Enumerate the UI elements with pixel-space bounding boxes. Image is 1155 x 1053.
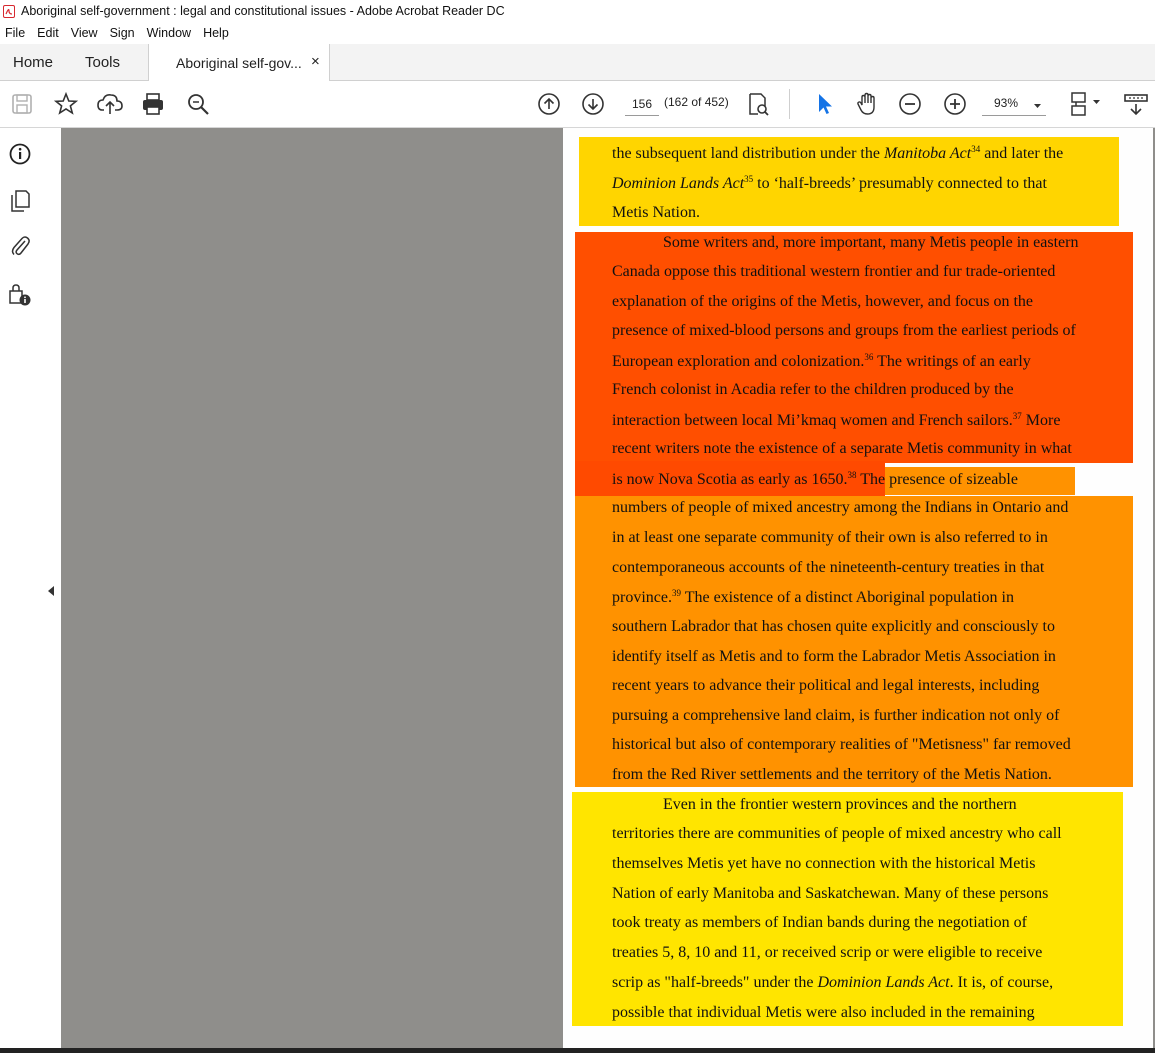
upload-icon[interactable]: [96, 90, 124, 118]
text-line: contemporaneous accounts of the nineteen…: [612, 559, 1045, 576]
toolbar-divider: [789, 89, 790, 119]
chevron-down-icon: [1033, 97, 1042, 115]
info-icon[interactable]: [8, 142, 32, 166]
acrobat-app-icon: [3, 4, 15, 18]
text-line: the subsequent land distribution under t…: [612, 144, 1064, 162]
text-line: treaties 5, 8, 10 and 11, or received sc…: [612, 944, 1043, 961]
menu-file[interactable]: File: [5, 26, 25, 40]
tab-bar: Home Tools Aboriginal self-gov... ×: [0, 44, 1155, 81]
text-line: Canada oppose this traditional western f…: [612, 263, 1056, 280]
menu-view[interactable]: View: [71, 26, 98, 40]
collapse-arrow-icon[interactable]: [47, 583, 55, 601]
page-count: (162 of 452): [664, 95, 729, 109]
text-line: French colonist in Acadia refer to the c…: [612, 381, 1014, 398]
tab-tools[interactable]: Tools: [85, 44, 120, 80]
text-line: pursuing a comprehensive land claim, is …: [612, 707, 1060, 724]
pdf-page[interactable]: the subsequent land distribution under t…: [563, 128, 1153, 1053]
bookmark-star-icon[interactable]: [52, 90, 80, 118]
text-line: possible that individual Metis were also…: [612, 1004, 1035, 1021]
attachment-icon[interactable]: [8, 234, 32, 258]
document-viewer[interactable]: the subsequent land distribution under t…: [61, 128, 1155, 1053]
page-number-input[interactable]: 156: [625, 93, 659, 116]
text-line: recent writers note the existence of a s…: [612, 440, 1072, 457]
pages-icon[interactable]: [8, 189, 32, 213]
left-navigation-rail: [0, 128, 43, 1053]
menu-help[interactable]: Help: [203, 26, 229, 40]
text-line: presence of mixed-blood persons and grou…: [612, 322, 1076, 339]
text-line: Nation of early Manitoba and Saskatchewa…: [612, 885, 1049, 902]
window-title: Aboriginal self-government : legal and c…: [21, 4, 505, 18]
text-line: southern Labrador that has chosen quite …: [612, 618, 1055, 635]
zoom-out-icon[interactable]: [896, 90, 924, 118]
text-line: historical but also of contemporary real…: [612, 736, 1071, 753]
find-page-icon[interactable]: [744, 90, 772, 118]
zoom-value: 93%: [994, 96, 1019, 110]
text-line: Dominion Lands Act35 to ‘half-breeds’ pr…: [612, 174, 1047, 192]
text-line: Even in the frontier western provinces a…: [663, 796, 1017, 813]
text-line: scrip as "half-breeds" under the Dominio…: [612, 974, 1054, 991]
menu-sign[interactable]: Sign: [110, 26, 135, 40]
hand-icon[interactable]: [853, 90, 881, 118]
lock-info-icon[interactable]: [8, 283, 32, 307]
save-icon[interactable]: [8, 90, 36, 118]
text-line: identify itself as Metis and to form the…: [612, 648, 1056, 665]
toolbar: 156 (162 of 452) 93%: [0, 81, 1155, 128]
taskbar-edge: [0, 1048, 1155, 1053]
fit-page-icon[interactable]: [1067, 90, 1103, 118]
text-line: interaction between local Mi’kmaq women …: [612, 411, 1061, 429]
text-line: in at least one separate community of th…: [612, 529, 1048, 546]
text-line: province.39 The existence of a distinct …: [612, 588, 1014, 606]
page-up-icon[interactable]: [535, 90, 563, 118]
search-zoom-icon[interactable]: [184, 90, 212, 118]
text-line: Some writers and, more important, many M…: [663, 234, 1079, 251]
menu-bar: File Edit View Sign Window Help: [0, 22, 1155, 45]
zoom-in-icon[interactable]: [941, 90, 969, 118]
read-mode-icon[interactable]: [1121, 90, 1151, 118]
page-down-icon[interactable]: [579, 90, 607, 118]
text-line: numbers of people of mixed ancestry amon…: [612, 499, 1069, 516]
text-line: explanation of the origins of the Metis,…: [612, 293, 1034, 310]
text-line: took treaty as members of Indian bands d…: [612, 914, 1028, 931]
print-icon[interactable]: [139, 90, 167, 118]
tab-document-label: Aboriginal self-gov...: [176, 54, 302, 71]
menu-window[interactable]: Window: [147, 26, 191, 40]
title-bar: Aboriginal self-government : legal and c…: [0, 0, 1155, 22]
text-line: is now Nova Scotia as early as 1650.38 T…: [612, 470, 1018, 488]
text-line: from the Red River settlements and the t…: [612, 766, 1052, 783]
text-line: territories there are communities of peo…: [612, 825, 1062, 842]
sidebar-collapse-strip[interactable]: [42, 128, 61, 1053]
zoom-select[interactable]: 93%: [982, 91, 1046, 116]
tab-document[interactable]: Aboriginal self-gov... ×: [148, 44, 330, 81]
text-line: recent years to advance their political …: [612, 677, 1040, 694]
menu-edit[interactable]: Edit: [37, 26, 59, 40]
text-line: Metis Nation.: [612, 204, 700, 221]
select-cursor-icon[interactable]: [810, 90, 838, 118]
close-tab-icon[interactable]: ×: [311, 53, 320, 70]
text-line: European exploration and colonization.36…: [612, 352, 1031, 370]
text-line: themselves Metis yet have no connection …: [612, 855, 1036, 872]
tab-home[interactable]: Home: [13, 44, 53, 80]
